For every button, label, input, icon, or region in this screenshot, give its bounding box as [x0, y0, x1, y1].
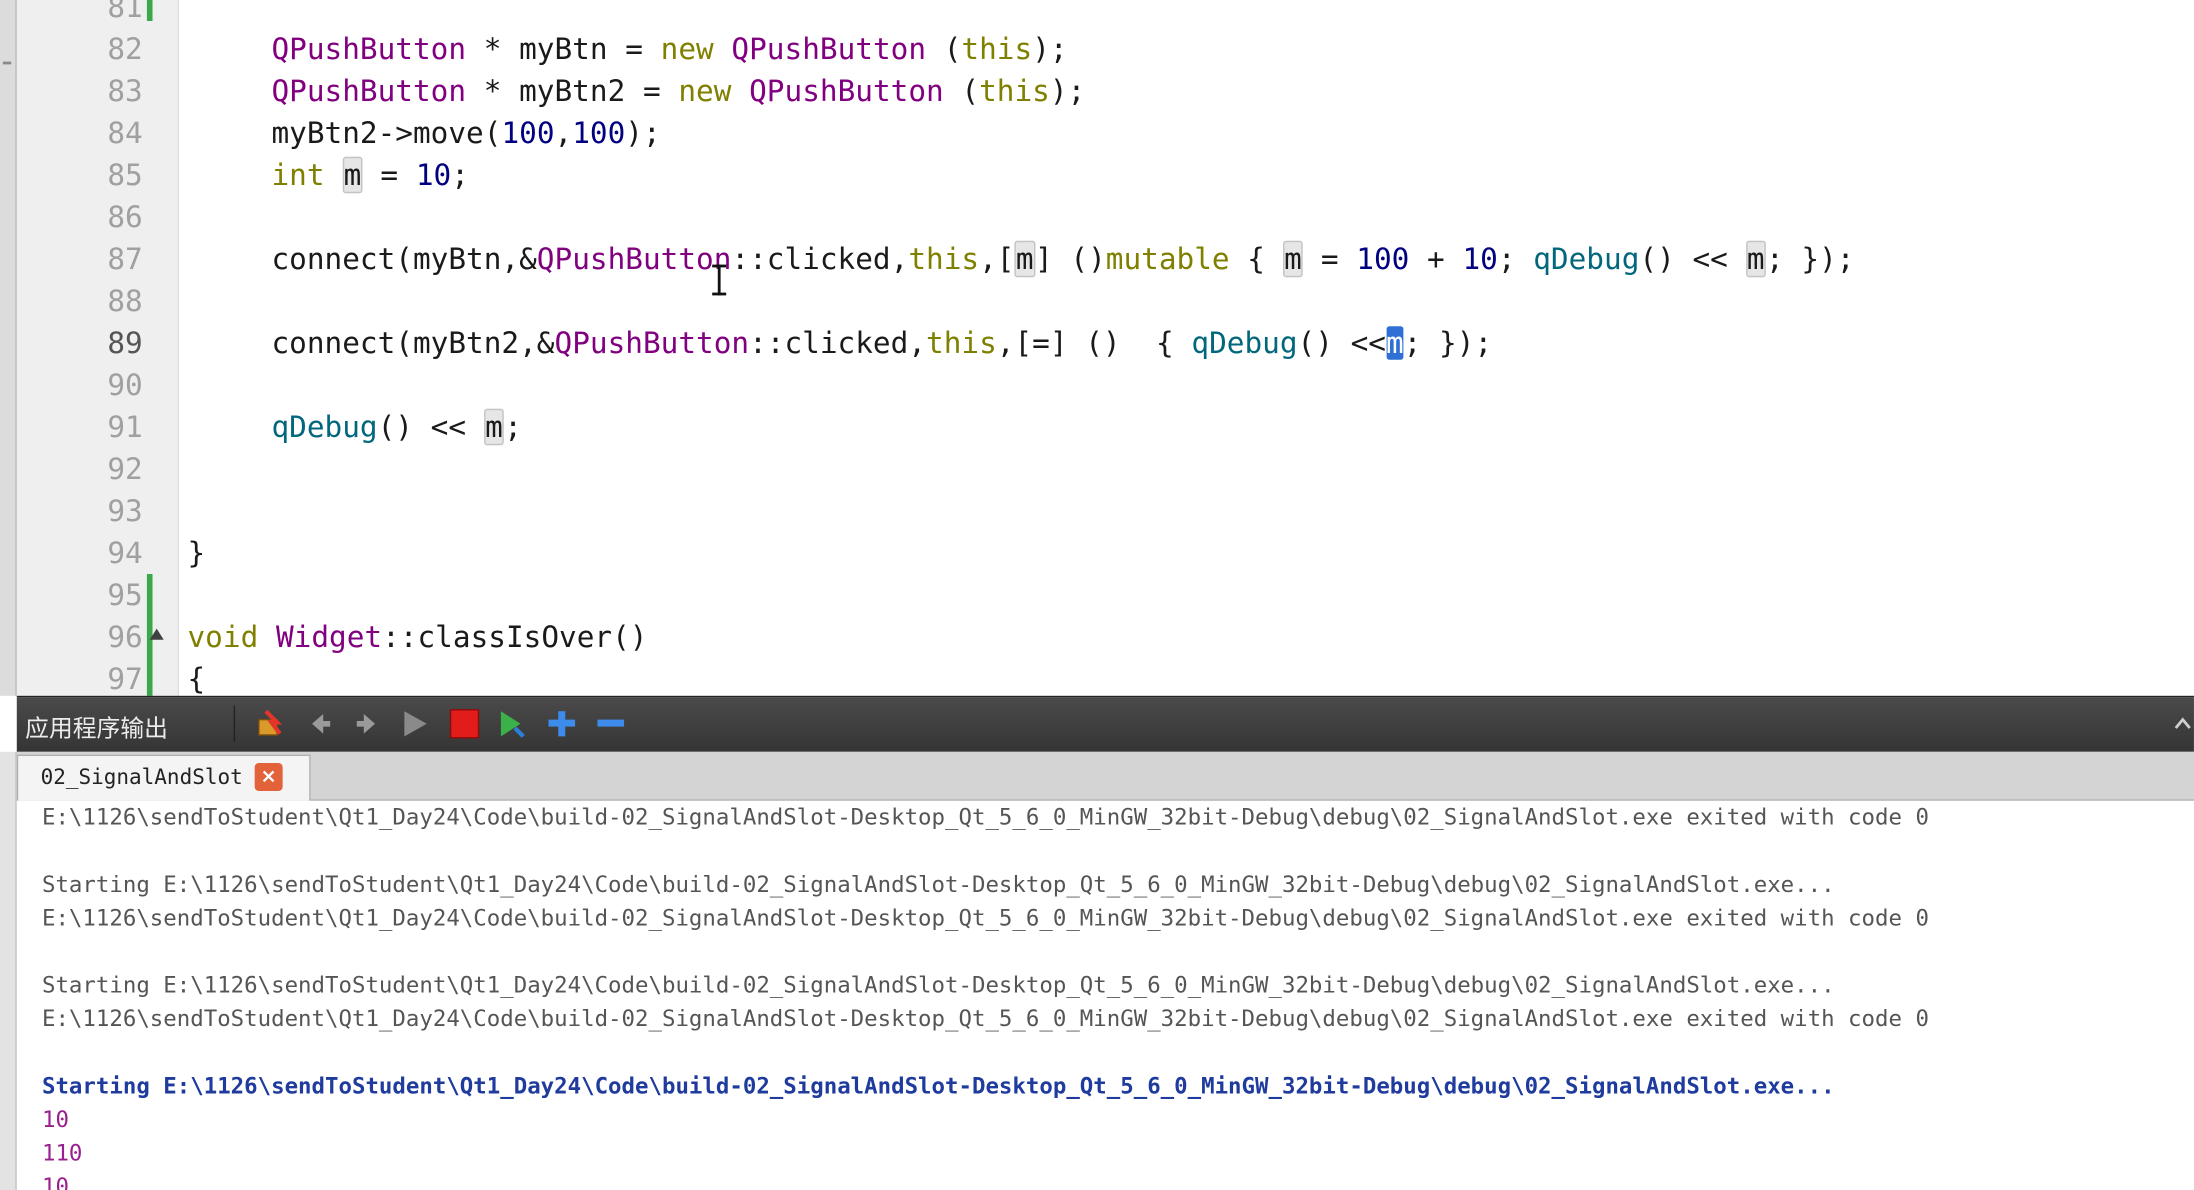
application-output[interactable]: E:\1126\sendToStudent\Qt1_Day24\Code\bui…: [16, 800, 2194, 1190]
line-number: 91: [107, 410, 143, 444]
line-number-gutter[interactable]: 81 82 83 84 85 86 87 88 89 90 91 92 93 9…: [16, 0, 180, 696]
symbol-highlight: m: [1282, 240, 1304, 278]
output-line: Starting E:\1126\sendToStudent\Qt1_Day24…: [41, 870, 1835, 898]
previous-item-icon[interactable]: [304, 708, 338, 739]
line-number: 82: [107, 32, 143, 66]
output-line: Starting E:\1126\sendToStudent\Qt1_Day24…: [41, 971, 1835, 999]
qt-creator-window: 81 82 83 84 85 86 87 88 89 90 91 92 93 9…: [0, 0, 2194, 1190]
output-tab-bar: 02_SignalAndSlot ×: [16, 751, 2194, 801]
line-number: 93: [107, 494, 143, 528]
symbol-highlight: m: [1014, 240, 1035, 278]
fold-arrow-icon[interactable]: [149, 628, 164, 640]
toolbar-separator: [233, 705, 236, 742]
code-line[interactable]: QPushButton * myBtn2 = new QPushButton (…: [271, 70, 1085, 112]
zoom-in-icon[interactable]: [544, 708, 578, 739]
current-code-line[interactable]: connect(myBtn2,&QPushButton::clicked,thi…: [271, 322, 1492, 364]
output-value-line: 10: [41, 1173, 69, 1190]
line-number: 92: [107, 452, 143, 486]
editor-left-strip: [0, 0, 17, 696]
output-value-line: 10: [41, 1106, 69, 1133]
collapse-pane-icon[interactable]: [2174, 711, 2191, 729]
line-number: 95: [107, 578, 143, 612]
code-line[interactable]: qDebug() << m;: [271, 406, 522, 448]
line-number: 81: [107, 0, 143, 24]
line-number: 97: [107, 662, 143, 696]
next-item-icon[interactable]: [350, 708, 384, 739]
symbol-highlight: m: [1745, 240, 1767, 278]
output-tab-label: 02_SignalAndSlot: [40, 764, 243, 790]
strip-marker: [2, 61, 12, 65]
current-line-number: 89: [107, 326, 143, 360]
text-cursor: [712, 264, 727, 296]
line-number: 96: [107, 620, 143, 654]
output-line-active: Starting E:\1126\sendToStudent\Qt1_Day24…: [41, 1072, 1835, 1099]
output-line: E:\1126\sendToStudent\Qt1_Day24\Code\bui…: [41, 904, 1929, 931]
output-pane-toolbar: 应用程序输出: [16, 695, 2194, 752]
stop-icon[interactable]: [448, 708, 482, 739]
rerun-icon[interactable]: [495, 708, 529, 739]
code-line[interactable]: {: [187, 658, 205, 700]
zoom-out-icon[interactable]: [593, 708, 627, 739]
line-number: 87: [107, 242, 143, 276]
code-line[interactable]: connect(myBtn,&QPushButton::clicked,this…: [271, 238, 1854, 280]
code-line[interactable]: myBtn2->move(100,100);: [271, 112, 660, 154]
close-icon[interactable]: ×: [254, 763, 283, 791]
output-line: E:\1126\sendToStudent\Qt1_Day24\Code\bui…: [41, 803, 1929, 831]
line-number: 85: [107, 158, 143, 192]
output-tab[interactable]: 02_SignalAndSlot ×: [16, 754, 311, 801]
text-selection: m: [1385, 326, 1404, 360]
code-line[interactable]: int m = 10;: [271, 154, 469, 196]
attach-debugger-icon[interactable]: [255, 708, 289, 739]
code-line[interactable]: }: [187, 532, 205, 574]
output-left-strip: [0, 751, 17, 1190]
run-icon[interactable]: [397, 708, 431, 739]
code-line[interactable]: void Widget::classIsOver(): [187, 616, 647, 658]
symbol-highlight: m: [483, 408, 505, 446]
line-number: 86: [107, 200, 143, 234]
output-value-line: 110: [41, 1139, 83, 1167]
code-line[interactable]: QPushButton * myBtn = new QPushButton (t…: [271, 28, 1067, 70]
line-number: 88: [107, 284, 143, 318]
line-number: 90: [107, 368, 143, 402]
line-number: 84: [107, 116, 143, 150]
output-pane-title: 应用程序输出: [25, 715, 168, 744]
output-line: E:\1126\sendToStudent\Qt1_Day24\Code\bui…: [41, 1005, 1929, 1032]
line-number: 94: [107, 536, 143, 570]
change-marker: [146, 0, 153, 21]
line-number: 83: [107, 74, 143, 108]
symbol-highlight: m: [342, 156, 363, 194]
